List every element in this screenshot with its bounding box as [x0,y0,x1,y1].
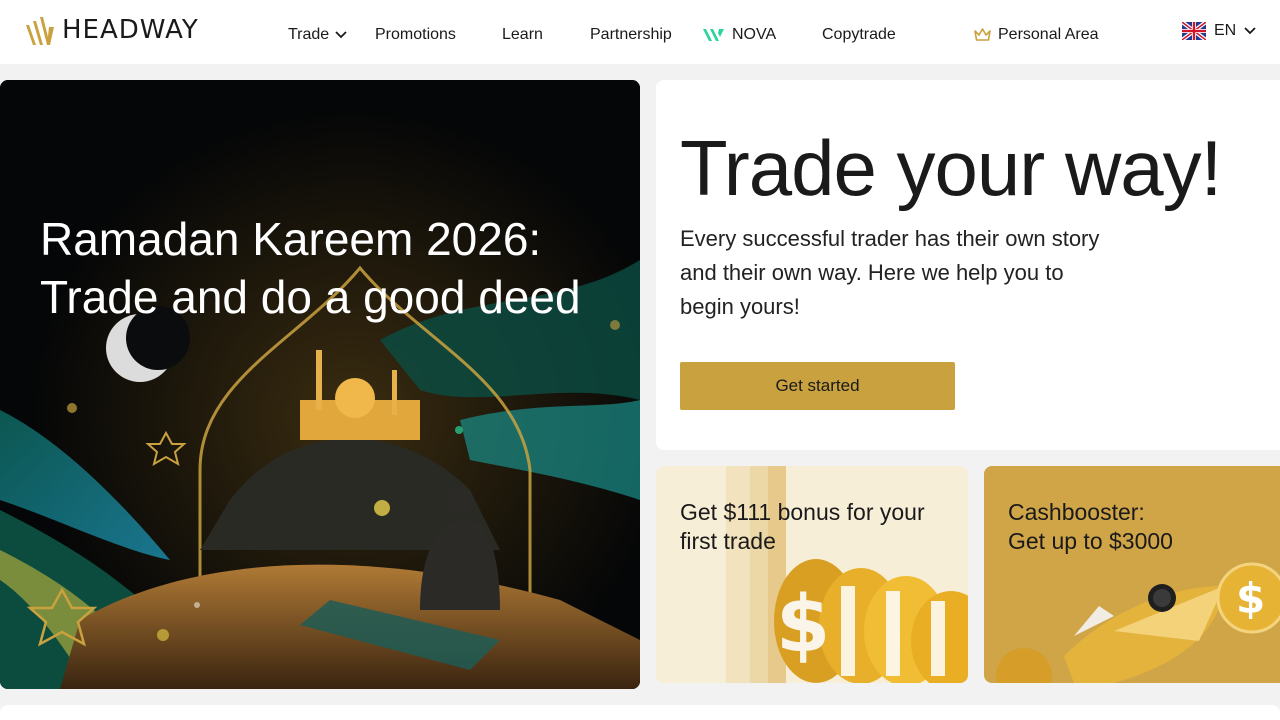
nav-trade-label: Trade [288,26,330,43]
chevron-down-icon [335,31,347,39]
hero-subtitle: Every successful trader has their own st… [680,226,1100,319]
hero-title: Trade your way! [680,124,1222,212]
nav-promotions[interactable]: Promotions [375,24,456,46]
cashbooster-card-title: Cashbooster: Get up to $3000 [1008,498,1268,556]
nav-partnership-label: Partnership [590,26,672,43]
cashbooster-card[interactable]: $ Cashbooster: Get up to $3000 [984,466,1280,683]
bonus-card-title: Get $111 bonus for your first trade [680,499,925,554]
cashbooster-title-line1: Cashbooster: [1008,499,1145,525]
chevron-down-icon [1244,27,1256,35]
nav-nova-label: NOVA [732,26,777,43]
svg-text:$: $ [776,580,830,670]
nav-promotions-label: Promotions [375,26,456,43]
nav-copytrade-label: Copytrade [822,26,896,43]
banner-title: Ramadan Kareem 2026: Trade and do a good… [40,213,581,323]
language-label: EN [1214,22,1237,39]
headway-logo-icon [26,17,54,45]
nav-nova[interactable]: NOVA [702,24,776,46]
get-started-button[interactable]: Get started [680,362,955,410]
language-selector[interactable]: EN [1182,22,1256,40]
headway-logo[interactable]: HEADWAY [24,12,199,48]
bonus-111-card[interactable]: $ Get $111 bonus for your first trade [656,466,968,683]
svg-text:$: $ [1236,574,1265,623]
site-header: HEADWAY Trade Promotions Learn Partnersh… [0,0,1280,64]
ramadan-illustration [0,80,640,689]
crown-icon [974,28,991,41]
nav-copytrade[interactable]: Copytrade [822,24,896,46]
uk-flag-icon [1182,22,1206,40]
next-section-edge [0,705,1280,720]
nav-learn[interactable]: Learn [502,24,543,46]
cashbooster-title-line2: Get up to $3000 [1008,528,1173,554]
nova-logo-icon [703,29,724,41]
nav-personal-area[interactable]: Personal Area [973,24,1099,46]
logo-text: HEADWAY [62,15,199,45]
nav-partnership[interactable]: Partnership [590,24,672,46]
nav-learn-label: Learn [502,26,543,43]
get-started-label: Get started [775,376,860,395]
nav-personal-area-label: Personal Area [998,26,1099,43]
nav-trade[interactable]: Trade [288,24,347,46]
ramadan-banner[interactable]: Ramadan Kareem 2026: Trade and do a good… [0,80,640,689]
